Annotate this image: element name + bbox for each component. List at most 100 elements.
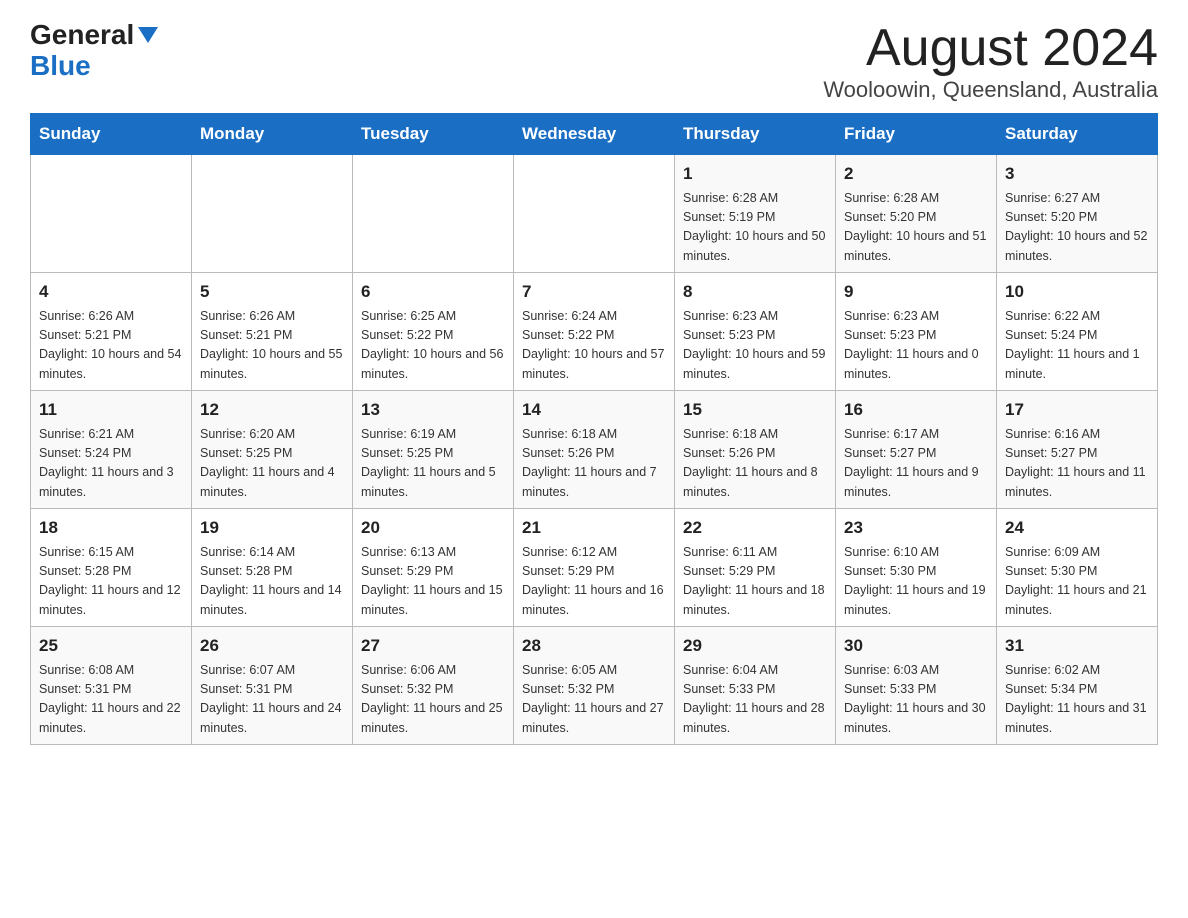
calendar-day: 22Sunrise: 6:11 AM Sunset: 5:29 PM Dayli… (675, 509, 836, 627)
calendar-day: 19Sunrise: 6:14 AM Sunset: 5:28 PM Dayli… (192, 509, 353, 627)
calendar-week-row: 1Sunrise: 6:28 AM Sunset: 5:19 PM Daylig… (31, 155, 1158, 273)
day-number: 15 (683, 397, 827, 423)
day-number: 8 (683, 279, 827, 305)
day-number: 24 (1005, 515, 1149, 541)
day-info: Sunrise: 6:24 AM Sunset: 5:22 PM Dayligh… (522, 307, 666, 385)
weekday-header-row: SundayMondayTuesdayWednesdayThursdayFrid… (31, 114, 1158, 155)
calendar-day: 29Sunrise: 6:04 AM Sunset: 5:33 PM Dayli… (675, 627, 836, 745)
day-number: 13 (361, 397, 505, 423)
day-info: Sunrise: 6:05 AM Sunset: 5:32 PM Dayligh… (522, 661, 666, 739)
day-info: Sunrise: 6:11 AM Sunset: 5:29 PM Dayligh… (683, 543, 827, 621)
logo-general-text: General (30, 20, 134, 51)
day-number: 18 (39, 515, 183, 541)
day-info: Sunrise: 6:14 AM Sunset: 5:28 PM Dayligh… (200, 543, 344, 621)
calendar-day: 11Sunrise: 6:21 AM Sunset: 5:24 PM Dayli… (31, 391, 192, 509)
logo: General Blue (30, 20, 158, 82)
logo-blue-text: Blue (30, 51, 91, 82)
calendar-table: SundayMondayTuesdayWednesdayThursdayFrid… (30, 113, 1158, 745)
calendar-day: 28Sunrise: 6:05 AM Sunset: 5:32 PM Dayli… (514, 627, 675, 745)
calendar-day: 10Sunrise: 6:22 AM Sunset: 5:24 PM Dayli… (997, 273, 1158, 391)
calendar-day: 7Sunrise: 6:24 AM Sunset: 5:22 PM Daylig… (514, 273, 675, 391)
page-subtitle: Wooloowin, Queensland, Australia (823, 77, 1158, 103)
weekday-header-thursday: Thursday (675, 114, 836, 155)
day-number: 29 (683, 633, 827, 659)
calendar-day: 23Sunrise: 6:10 AM Sunset: 5:30 PM Dayli… (836, 509, 997, 627)
day-info: Sunrise: 6:22 AM Sunset: 5:24 PM Dayligh… (1005, 307, 1149, 385)
day-number: 26 (200, 633, 344, 659)
day-number: 9 (844, 279, 988, 305)
day-number: 2 (844, 161, 988, 187)
calendar-day: 4Sunrise: 6:26 AM Sunset: 5:21 PM Daylig… (31, 273, 192, 391)
day-number: 31 (1005, 633, 1149, 659)
calendar-day: 30Sunrise: 6:03 AM Sunset: 5:33 PM Dayli… (836, 627, 997, 745)
day-number: 11 (39, 397, 183, 423)
day-info: Sunrise: 6:23 AM Sunset: 5:23 PM Dayligh… (844, 307, 988, 385)
calendar-day (192, 155, 353, 273)
calendar-day: 25Sunrise: 6:08 AM Sunset: 5:31 PM Dayli… (31, 627, 192, 745)
calendar-day: 17Sunrise: 6:16 AM Sunset: 5:27 PM Dayli… (997, 391, 1158, 509)
calendar-day: 3Sunrise: 6:27 AM Sunset: 5:20 PM Daylig… (997, 155, 1158, 273)
calendar-day (31, 155, 192, 273)
calendar-day: 21Sunrise: 6:12 AM Sunset: 5:29 PM Dayli… (514, 509, 675, 627)
weekday-header-saturday: Saturday (997, 114, 1158, 155)
day-info: Sunrise: 6:08 AM Sunset: 5:31 PM Dayligh… (39, 661, 183, 739)
day-info: Sunrise: 6:18 AM Sunset: 5:26 PM Dayligh… (522, 425, 666, 503)
day-info: Sunrise: 6:04 AM Sunset: 5:33 PM Dayligh… (683, 661, 827, 739)
day-number: 1 (683, 161, 827, 187)
weekday-header-wednesday: Wednesday (514, 114, 675, 155)
calendar-day (353, 155, 514, 273)
calendar-day: 15Sunrise: 6:18 AM Sunset: 5:26 PM Dayli… (675, 391, 836, 509)
day-number: 10 (1005, 279, 1149, 305)
day-number: 21 (522, 515, 666, 541)
day-info: Sunrise: 6:25 AM Sunset: 5:22 PM Dayligh… (361, 307, 505, 385)
day-info: Sunrise: 6:16 AM Sunset: 5:27 PM Dayligh… (1005, 425, 1149, 503)
page-header: General Blue August 2024 Wooloowin, Quee… (30, 20, 1158, 103)
calendar-day: 20Sunrise: 6:13 AM Sunset: 5:29 PM Dayli… (353, 509, 514, 627)
day-info: Sunrise: 6:02 AM Sunset: 5:34 PM Dayligh… (1005, 661, 1149, 739)
day-number: 20 (361, 515, 505, 541)
calendar-day: 24Sunrise: 6:09 AM Sunset: 5:30 PM Dayli… (997, 509, 1158, 627)
calendar-day: 5Sunrise: 6:26 AM Sunset: 5:21 PM Daylig… (192, 273, 353, 391)
calendar-day: 9Sunrise: 6:23 AM Sunset: 5:23 PM Daylig… (836, 273, 997, 391)
calendar-day: 16Sunrise: 6:17 AM Sunset: 5:27 PM Dayli… (836, 391, 997, 509)
day-number: 16 (844, 397, 988, 423)
calendar-day: 12Sunrise: 6:20 AM Sunset: 5:25 PM Dayli… (192, 391, 353, 509)
day-info: Sunrise: 6:18 AM Sunset: 5:26 PM Dayligh… (683, 425, 827, 503)
day-info: Sunrise: 6:26 AM Sunset: 5:21 PM Dayligh… (39, 307, 183, 385)
day-info: Sunrise: 6:27 AM Sunset: 5:20 PM Dayligh… (1005, 189, 1149, 267)
day-number: 5 (200, 279, 344, 305)
day-number: 27 (361, 633, 505, 659)
weekday-header-monday: Monday (192, 114, 353, 155)
calendar-day: 26Sunrise: 6:07 AM Sunset: 5:31 PM Dayli… (192, 627, 353, 745)
day-info: Sunrise: 6:10 AM Sunset: 5:30 PM Dayligh… (844, 543, 988, 621)
weekday-header-sunday: Sunday (31, 114, 192, 155)
calendar-day: 18Sunrise: 6:15 AM Sunset: 5:28 PM Dayli… (31, 509, 192, 627)
page-title: August 2024 (823, 20, 1158, 77)
day-info: Sunrise: 6:26 AM Sunset: 5:21 PM Dayligh… (200, 307, 344, 385)
day-info: Sunrise: 6:15 AM Sunset: 5:28 PM Dayligh… (39, 543, 183, 621)
day-info: Sunrise: 6:03 AM Sunset: 5:33 PM Dayligh… (844, 661, 988, 739)
day-number: 7 (522, 279, 666, 305)
day-number: 28 (522, 633, 666, 659)
calendar-day: 31Sunrise: 6:02 AM Sunset: 5:34 PM Dayli… (997, 627, 1158, 745)
calendar-week-row: 25Sunrise: 6:08 AM Sunset: 5:31 PM Dayli… (31, 627, 1158, 745)
day-number: 25 (39, 633, 183, 659)
calendar-week-row: 4Sunrise: 6:26 AM Sunset: 5:21 PM Daylig… (31, 273, 1158, 391)
day-info: Sunrise: 6:13 AM Sunset: 5:29 PM Dayligh… (361, 543, 505, 621)
calendar-day: 27Sunrise: 6:06 AM Sunset: 5:32 PM Dayli… (353, 627, 514, 745)
day-number: 12 (200, 397, 344, 423)
day-number: 23 (844, 515, 988, 541)
calendar-day: 1Sunrise: 6:28 AM Sunset: 5:19 PM Daylig… (675, 155, 836, 273)
day-info: Sunrise: 6:12 AM Sunset: 5:29 PM Dayligh… (522, 543, 666, 621)
day-info: Sunrise: 6:28 AM Sunset: 5:20 PM Dayligh… (844, 189, 988, 267)
calendar-week-row: 18Sunrise: 6:15 AM Sunset: 5:28 PM Dayli… (31, 509, 1158, 627)
calendar-day: 14Sunrise: 6:18 AM Sunset: 5:26 PM Dayli… (514, 391, 675, 509)
day-number: 17 (1005, 397, 1149, 423)
day-number: 30 (844, 633, 988, 659)
day-number: 4 (39, 279, 183, 305)
logo-triangle-icon (138, 27, 158, 43)
calendar-day: 8Sunrise: 6:23 AM Sunset: 5:23 PM Daylig… (675, 273, 836, 391)
day-info: Sunrise: 6:06 AM Sunset: 5:32 PM Dayligh… (361, 661, 505, 739)
calendar-day: 2Sunrise: 6:28 AM Sunset: 5:20 PM Daylig… (836, 155, 997, 273)
day-info: Sunrise: 6:17 AM Sunset: 5:27 PM Dayligh… (844, 425, 988, 503)
